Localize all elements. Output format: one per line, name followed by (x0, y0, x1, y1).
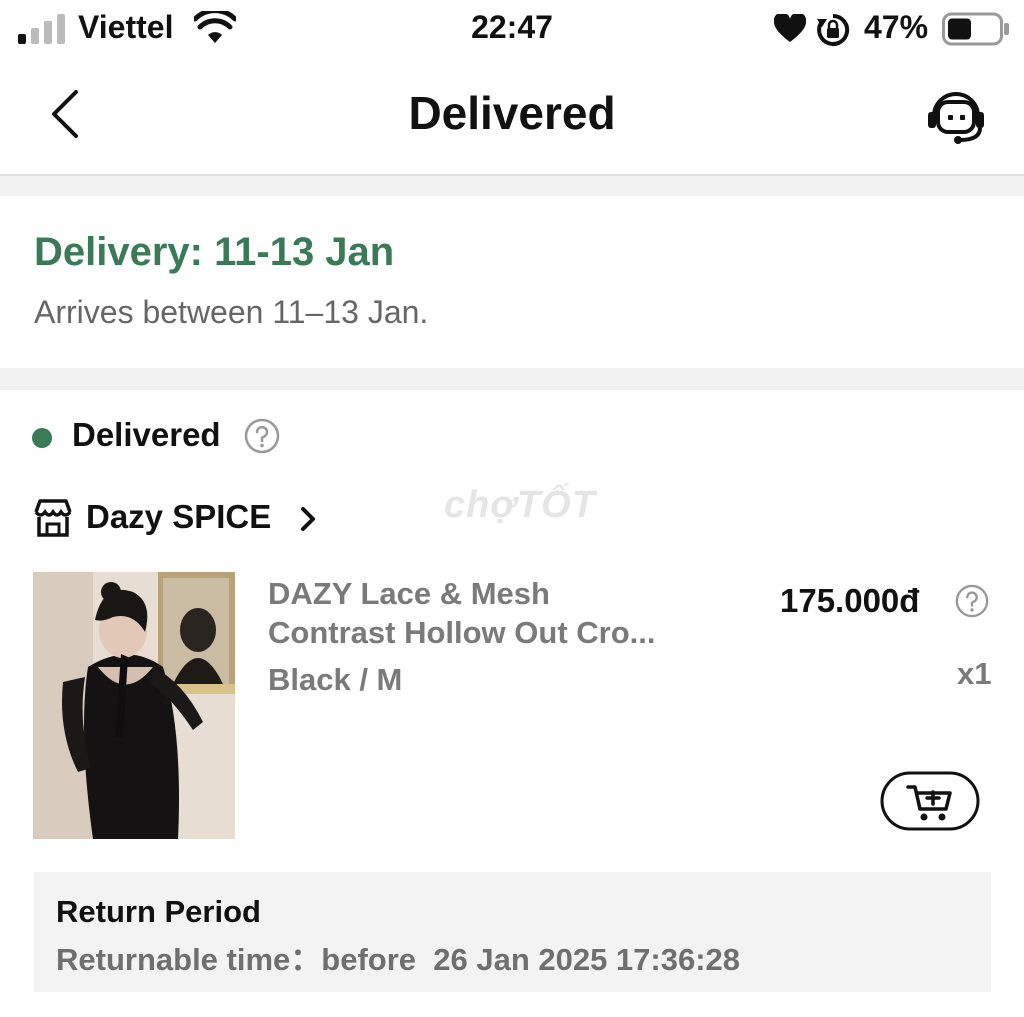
customer-service-icon[interactable] (924, 86, 988, 146)
battery-icon (942, 12, 1009, 46)
product-name[interactable]: DAZY Lace & Mesh Contrast Hollow Out Cro… (268, 574, 708, 652)
return-period-title: Return Period (56, 894, 261, 929)
status-bar: Viettel 22:47 47% (0, 0, 1024, 58)
chevron-right-icon (301, 507, 315, 531)
product-quantity: x1 (957, 656, 992, 691)
section-divider (0, 176, 1024, 196)
product-name-line-2: Contrast Hollow Out Cro... (268, 615, 656, 650)
rotation-lock-icon (817, 13, 850, 46)
return-period: Return Period Returnable time：before 26 … (34, 872, 991, 992)
delivery-title: Delivery: 11-13 Jan (34, 230, 395, 274)
delivery-subtitle: Arrives between 11–13 Jan. (34, 294, 429, 330)
status-dot (32, 428, 52, 448)
store-icon (34, 499, 72, 537)
product-name-line-1: DAZY Lace & Mesh (268, 576, 550, 611)
returnable-time: Returnable time：before 26 Jan 2025 17:36… (56, 942, 741, 977)
section-divider (0, 368, 1024, 390)
watermark: chợTỐT (444, 484, 596, 526)
add-to-cart-button[interactable] (880, 771, 980, 831)
product-price: 175.000đ (780, 582, 920, 619)
product-variant: Black / M (268, 662, 403, 697)
product-image[interactable] (33, 572, 235, 839)
shop-name: Dazy SPICE (86, 498, 272, 535)
battery-percent: 47% (864, 9, 929, 45)
heart-icon (774, 14, 806, 42)
nav-bar: Delivered (0, 58, 1024, 176)
page-title: Delivered (408, 87, 616, 139)
question-icon[interactable] (955, 584, 989, 618)
order-status-label: Delivered (72, 416, 221, 453)
question-icon[interactable] (244, 418, 280, 454)
delivery-estimate: Delivery: 11-13 Jan Arrives between 11–1… (0, 196, 1024, 368)
